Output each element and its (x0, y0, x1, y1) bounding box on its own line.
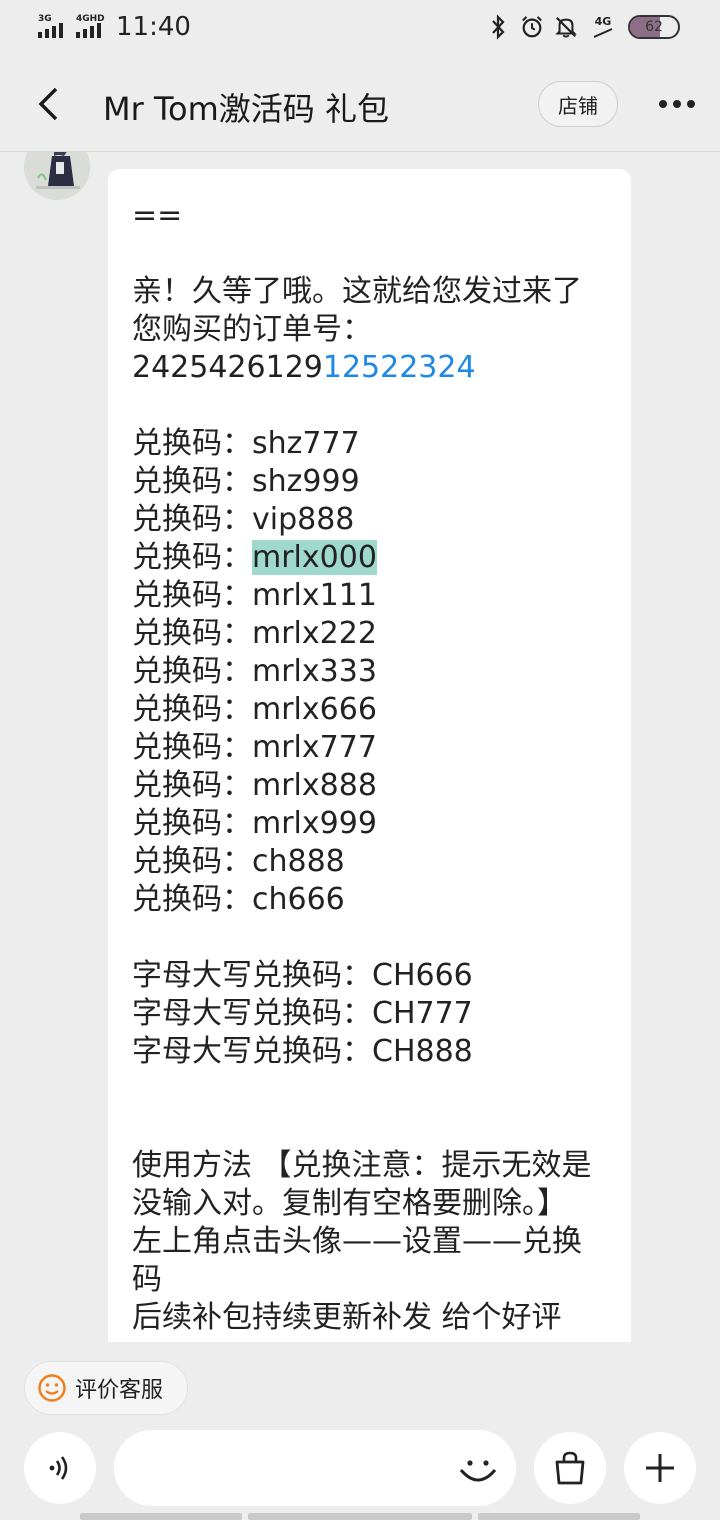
code-value[interactable]: mrlx333 (252, 654, 377, 689)
rate-service-label: 评价客服 (75, 1378, 164, 1403)
code-value[interactable]: vip888 (252, 502, 354, 537)
page-title: Mr Tom激活码 礼包 (103, 90, 389, 128)
message-greeting: 亲！久等了哦。这就给您发过来了 您购买的订单号： (132, 274, 582, 347)
voice-icon (49, 1456, 68, 1480)
store-button[interactable]: 店铺 (538, 81, 618, 127)
signal-3g-icon: 3G (38, 14, 70, 40)
seller-avatar-image (24, 152, 90, 200)
rate-service-button[interactable]: 评价客服 (24, 1361, 188, 1415)
upper-codes-list: 字母大写兑换码：CH666 字母大写兑换码：CH777 字母大写兑换码：CH888 (132, 957, 607, 1071)
code-value[interactable]: mrlx777 (252, 730, 377, 765)
chat-area[interactable]: · · · == 亲！久等了哦。这就给您发过来了 您购买的订单号： 242542… (0, 152, 720, 1342)
message-input-box[interactable] (114, 1430, 516, 1506)
status-icons: 4G 62 (486, 12, 680, 42)
upper-code-line: 字母大写兑换码：CH888 (132, 1033, 607, 1071)
usage-steps: 左上角点击头像——设置——兑换码 (132, 1224, 582, 1297)
code-label: 兑换码： (132, 654, 252, 689)
code-value[interactable]: mrlx999 (252, 806, 377, 841)
emoji-icon[interactable] (454, 1444, 502, 1492)
code-line: 兑换码：mrlx111 (132, 577, 607, 615)
home-indicator-right (478, 1513, 640, 1520)
code-label: 兑换码： (132, 692, 252, 727)
code-value[interactable]: mrlx000 (252, 540, 377, 575)
code-line: 兑换码：ch666 (132, 881, 607, 919)
upper-code-label: 字母大写兑换码： (132, 1034, 372, 1069)
code-line: 兑换码：mrlx777 (132, 729, 607, 767)
message-input[interactable] (138, 1446, 448, 1490)
message-bubble[interactable]: == 亲！久等了哦。这就给您发过来了 您购买的订单号： 242542612912… (108, 169, 631, 1342)
order-number-link[interactable]: 12522324 (323, 350, 476, 385)
upper-code-label: 字母大写兑换码： (132, 958, 372, 993)
nav-bar: Mr Tom激活码 礼包 店铺 (0, 56, 720, 152)
upper-code-value[interactable]: CH777 (372, 996, 473, 1031)
code-label: 兑换码： (132, 768, 252, 803)
code-label: 兑换码： (132, 502, 252, 537)
code-value[interactable]: mrlx111 (252, 578, 377, 613)
code-value[interactable]: ch666 (252, 882, 345, 917)
code-value[interactable]: shz777 (252, 426, 360, 461)
message-intro: == (132, 198, 183, 233)
code-label: 兑换码： (132, 616, 252, 651)
upper-code-label: 字母大写兑换码： (132, 996, 372, 1031)
code-line: 兑换码：mrlx888 (132, 767, 607, 805)
back-button[interactable] (26, 82, 70, 126)
code-line: 兑换码：ch888 (132, 843, 607, 881)
mute-icon (554, 12, 578, 42)
upper-code-line: 字母大写兑换码：CH666 (132, 957, 607, 995)
order-number-prefix: 2425426129 (132, 350, 323, 385)
battery-percent: 62 (645, 19, 663, 35)
smile-icon (38, 1374, 66, 1402)
code-label: 兑换码： (132, 844, 252, 879)
plus-icon (646, 1454, 674, 1482)
code-label: 兑换码： (132, 578, 252, 613)
home-indicator-center (248, 1513, 472, 1520)
voice-button[interactable] (24, 1432, 96, 1504)
upper-code-value[interactable]: CH888 (372, 1034, 473, 1069)
more-options-icon[interactable] (652, 84, 702, 124)
upper-code-value[interactable]: CH666 (372, 958, 473, 993)
code-line: 兑换码：shz777 (132, 425, 607, 463)
code-label: 兑换码： (132, 426, 252, 461)
add-button[interactable] (624, 1432, 696, 1504)
4g-icon: 4G (588, 12, 618, 42)
code-label: 兑换码： (132, 806, 252, 841)
code-label: 兑换码： (132, 540, 252, 575)
code-label: 兑换码： (132, 882, 252, 917)
order-number[interactable]: 242542612912522324 (132, 349, 607, 387)
code-value[interactable]: ch888 (252, 844, 345, 879)
code-value[interactable]: mrlx222 (252, 616, 377, 651)
bottom-panel: 评价客服 (0, 1342, 720, 1520)
shopping-bag-button[interactable] (534, 1432, 606, 1504)
cut-off-line: 后续补包持续更新补发 给个好评 (132, 1300, 562, 1335)
shopping-bag-icon (555, 1451, 585, 1485)
upper-code-line: 字母大写兑换码：CH777 (132, 995, 607, 1033)
code-value[interactable]: shz999 (252, 464, 360, 499)
avatar[interactable] (24, 152, 90, 200)
bluetooth-icon (486, 12, 510, 42)
status-bar: 3G 4GHD 11:40 4G 62 (0, 0, 720, 56)
alarm-icon (520, 12, 544, 42)
code-line: 兑换码：vip888 (132, 501, 607, 539)
battery-icon: 62 (628, 15, 680, 39)
code-value[interactable]: mrlx888 (252, 768, 377, 803)
codes-list: 兑换码：shz777 兑换码：shz999 兑换码：vip888 兑换码：mrlx00… (132, 425, 607, 919)
code-value[interactable]: mrlx666 (252, 692, 377, 727)
usage-instructions: 使用方法 【兑换注意：提示无效是没输入对。复制有空格要删除。】 (132, 1148, 592, 1221)
home-indicator-left (80, 1513, 242, 1520)
status-time: 11:40 (116, 12, 191, 42)
signal-4g-icon: 4GHD (76, 14, 108, 40)
code-label: 兑换码： (132, 730, 252, 765)
code-label: 兑换码： (132, 464, 252, 499)
code-line: 兑换码：mrlx999 (132, 805, 607, 843)
code-line: 兑换码：mrlx333 (132, 653, 607, 691)
signal-group: 3G 4GHD (38, 14, 108, 40)
sender-name: · · · (106, 152, 138, 158)
code-line: 兑换码：mrlx222 (132, 615, 607, 653)
code-line: 兑换码：mrlx666 (132, 691, 607, 729)
chevron-left-icon (38, 87, 58, 121)
code-line: 兑换码：mrlx000 (132, 539, 607, 577)
code-line: 兑换码：shz999 (132, 463, 607, 501)
